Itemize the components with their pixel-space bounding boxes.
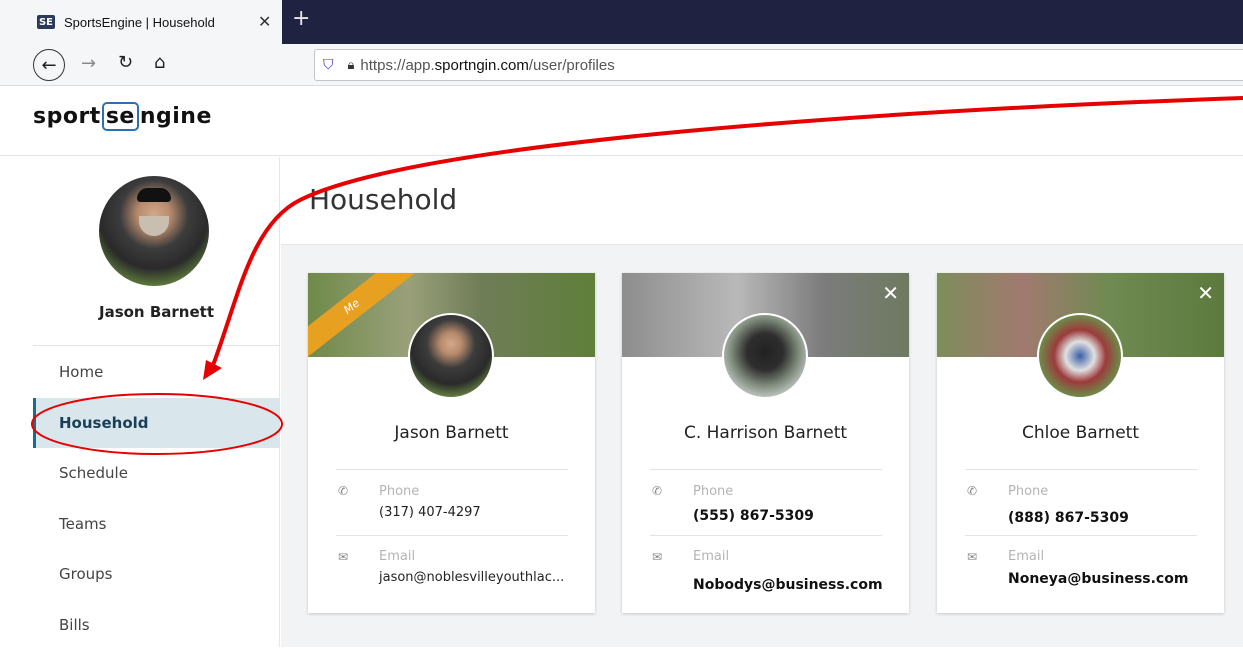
profile-name[interactable]: Chloe Barnett — [937, 423, 1224, 443]
phone-value[interactable]: (888) 867-5309 — [1008, 510, 1129, 526]
email-icon: ✉ — [652, 550, 662, 564]
sidebar: Jason Barnett Home Household Schedule Te… — [33, 157, 280, 647]
phone-icon: ✆ — [967, 484, 977, 498]
user-avatar[interactable] — [99, 176, 209, 286]
profile-avatar[interactable] — [1037, 313, 1123, 399]
sidebar-item-household[interactable]: Household — [33, 398, 280, 449]
email-value[interactable]: Noneya@business.com — [1008, 571, 1188, 587]
home-icon[interactable]: ⌂ — [154, 52, 165, 73]
close-tab-icon[interactable]: ✕ — [258, 12, 271, 31]
email-icon: ✉ — [967, 550, 977, 564]
sidebar-item-groups[interactable]: Groups — [33, 549, 280, 600]
divider — [965, 535, 1197, 536]
sidebar-item-teams[interactable]: Teams — [33, 499, 280, 550]
profile-name[interactable]: C. Harrison Barnett — [622, 423, 909, 443]
divider — [965, 469, 1197, 470]
lock-icon[interactable]: 🔒︎ — [348, 58, 355, 73]
phone-label: Phone — [1008, 484, 1048, 499]
url-bar[interactable]: ⛉ 🔒︎ https://app.sportngin.com/user/prof… — [314, 49, 1243, 81]
forward-icon[interactable]: → — [81, 53, 96, 74]
browser-tab-bar: SE SportsEngine | Household ✕ + — [0, 0, 1243, 44]
title-bar: Household — [281, 157, 1243, 245]
phone-icon: ✆ — [338, 484, 348, 498]
profile-card[interactable]: ✕ C. Harrison Barnett ✆ Phone (555) 867-… — [622, 273, 909, 613]
site-header: sportsengine — [0, 86, 1243, 156]
email-icon: ✉ — [338, 550, 348, 564]
phone-value[interactable]: (555) 867-5309 — [693, 508, 814, 524]
email-value[interactable]: Nobodys@business.com — [693, 577, 883, 593]
sidebar-item-schedule[interactable]: Schedule — [33, 448, 280, 499]
email-label: Email — [1008, 549, 1044, 564]
email-label: Email — [379, 549, 415, 564]
phone-icon: ✆ — [652, 484, 662, 498]
back-icon[interactable]: ← — [33, 49, 65, 81]
sidebar-item-bills[interactable]: Bills — [33, 600, 280, 650]
sidebar-nav: Home Household Schedule Teams Groups Bil… — [33, 347, 280, 650]
divider — [336, 535, 568, 536]
url-text[interactable]: https://app.sportngin.com/user/profiles — [360, 57, 614, 74]
divider — [336, 469, 568, 470]
page-title: Household — [309, 183, 457, 216]
divider — [650, 469, 882, 470]
main-content: Household Me Jason Barnett ✆ Phone (317)… — [281, 157, 1243, 647]
reload-icon[interactable]: ↻ — [118, 52, 133, 73]
sportsengine-logo[interactable]: sportsengine — [33, 104, 212, 129]
shield-icon[interactable]: ⛉ — [323, 57, 334, 73]
profile-card[interactable]: ✕ Chloe Barnett ✆ Phone (888) 867-5309 ✉… — [937, 273, 1224, 613]
phone-value[interactable]: (317) 407-4297 — [379, 505, 481, 520]
profile-name[interactable]: Jason Barnett — [308, 423, 595, 443]
profile-avatar[interactable] — [408, 313, 494, 399]
browser-tab[interactable]: SE SportsEngine | Household ✕ — [0, 0, 282, 44]
sidebar-user-name: Jason Barnett — [33, 303, 280, 321]
phone-label: Phone — [379, 484, 419, 499]
profile-card[interactable]: Me Jason Barnett ✆ Phone (317) 407-4297 … — [308, 273, 595, 613]
browser-navbar: ← → ↻ ⌂ ⛉ 🔒︎ https://app.sportngin.com/u… — [0, 44, 1243, 86]
divider — [33, 345, 280, 346]
phone-label: Phone — [693, 484, 733, 499]
remove-close-icon[interactable]: ✕ — [882, 281, 899, 305]
profile-avatar[interactable] — [722, 313, 808, 399]
email-label: Email — [693, 549, 729, 564]
divider — [650, 535, 882, 536]
site-favicon-icon: SE — [37, 15, 55, 29]
remove-close-icon[interactable]: ✕ — [1197, 281, 1214, 305]
email-value[interactable]: jason@noblesvilleyouthlac... — [379, 570, 564, 585]
tab-title: SportsEngine | Household — [64, 15, 215, 30]
sidebar-item-home[interactable]: Home — [33, 347, 280, 398]
new-tab-icon[interactable]: + — [292, 6, 310, 31]
